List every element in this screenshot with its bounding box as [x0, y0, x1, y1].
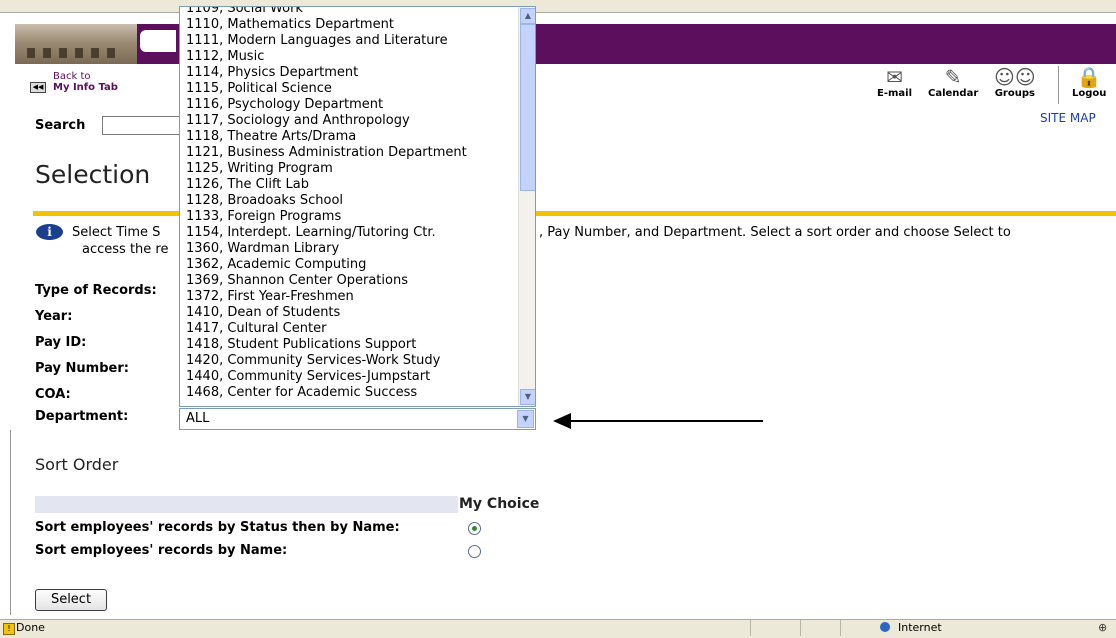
- department-option[interactable]: 1109, Social Work: [180, 7, 535, 17]
- department-option[interactable]: 1126, The Clift Lab: [180, 177, 535, 193]
- dropdown-scrollbar[interactable]: ▲ ▼: [518, 7, 535, 406]
- department-option[interactable]: 1118, Theatre Arts/Drama: [180, 129, 535, 145]
- left-frame-line: [10, 430, 11, 615]
- department-option[interactable]: 1125, Writing Program: [180, 161, 535, 177]
- lock-icon: 🔒: [1076, 65, 1102, 89]
- year-label: Year:: [35, 309, 73, 324]
- logout-button[interactable]: 🔒 Logou: [1072, 66, 1106, 99]
- logout-label: Logou: [1072, 88, 1107, 99]
- campus-building-image: [15, 24, 137, 64]
- department-option[interactable]: 1128, Broadoaks School: [180, 193, 535, 209]
- status-bar: [0, 619, 1116, 638]
- sort-option-name-radio[interactable]: [468, 545, 481, 558]
- sort-header-bar: [35, 496, 458, 513]
- department-option[interactable]: 1112, Music: [180, 49, 535, 65]
- department-option[interactable]: 1468, Center for Academic Success: [180, 385, 535, 401]
- page-title: Selection: [35, 160, 151, 189]
- annotation-arrow-head: [553, 413, 571, 429]
- envelope-icon: ✉: [886, 65, 903, 89]
- department-option[interactable]: 1117, Sociology and Anthropology: [180, 113, 535, 129]
- zoom-icon[interactable]: ⊕: [1098, 621, 1107, 634]
- calendar-icon: ✎: [944, 65, 962, 89]
- department-option[interactable]: 1114, Physics Department: [180, 65, 535, 81]
- sort-option-name-label: Sort employees' records by Name:: [35, 543, 288, 558]
- department-label: Department:: [35, 409, 129, 424]
- sort-order-title: Sort Order: [35, 455, 119, 474]
- department-option[interactable]: 1110, Mathematics Department: [180, 17, 535, 33]
- warning-icon[interactable]: !: [3, 623, 15, 635]
- info-text-right: , Pay Number, and Department. Select a s…: [539, 225, 1011, 240]
- department-option[interactable]: 1115, Political Science: [180, 81, 535, 97]
- info-icon: i: [36, 224, 63, 240]
- department-option[interactable]: 1116, Psychology Department: [180, 97, 535, 113]
- department-option[interactable]: 1133, Foreign Programs: [180, 209, 535, 225]
- back-link-line1: Back to: [53, 71, 91, 82]
- toolbar-divider: [1058, 66, 1059, 104]
- my-choice-header: My Choice: [459, 496, 540, 512]
- department-option[interactable]: 1121, Business Administration Department: [180, 145, 535, 161]
- department-option[interactable]: 1360, Wardman Library: [180, 241, 535, 257]
- banner-tab[interactable]: [140, 30, 176, 52]
- search-input[interactable]: [102, 116, 184, 135]
- department-option[interactable]: 1111, Modern Languages and Literature: [180, 33, 535, 49]
- coa-label: COA:: [35, 387, 71, 402]
- scroll-down-icon[interactable]: ▼: [520, 389, 535, 405]
- globe-icon: [880, 622, 890, 632]
- department-option[interactable]: 1410, Dean of Students: [180, 305, 535, 321]
- groups-icon: ☺☺: [994, 65, 1036, 89]
- department-option[interactable]: 1362, Academic Computing: [180, 257, 535, 273]
- site-map-link[interactable]: SITE MAP: [1040, 111, 1096, 125]
- email-button[interactable]: ✉ E-mail: [877, 66, 912, 99]
- email-label: E-mail: [877, 88, 913, 99]
- department-option[interactable]: 1440, Community Services-Jumpstart: [180, 369, 535, 385]
- department-selected-value: ALL: [186, 411, 210, 426]
- scroll-thumb[interactable]: [520, 24, 535, 191]
- calendar-label: Calendar: [928, 88, 979, 99]
- department-dropdown-list[interactable]: 1109, Social Work 1110, Mathematics Depar…: [179, 6, 536, 407]
- back-to-my-info-link[interactable]: Back to My Info Tab: [53, 71, 118, 93]
- status-text: Done: [16, 621, 45, 634]
- status-divider: [800, 620, 801, 636]
- calendar-button[interactable]: ✎ Calendar: [928, 66, 978, 99]
- annotation-arrow-line: [570, 420, 763, 422]
- type-of-records-label: Type of Records:: [35, 283, 157, 298]
- groups-button[interactable]: ☺☺ Groups: [994, 66, 1036, 99]
- select-button[interactable]: Select: [35, 589, 107, 611]
- department-option[interactable]: 1369, Shannon Center Operations: [180, 273, 535, 289]
- back-link-line2: My Info Tab: [53, 82, 118, 93]
- department-option[interactable]: 1154, Interdept. Learning/Tutoring Ctr.: [180, 225, 535, 241]
- department-option[interactable]: 1417, Cultural Center: [180, 321, 535, 337]
- security-zone-text: Internet: [898, 621, 942, 634]
- sort-option-status-name-label: Sort employees' records by Status then b…: [35, 520, 400, 535]
- department-option[interactable]: 1418, Student Publications Support: [180, 337, 535, 353]
- scroll-up-icon[interactable]: ▲: [520, 8, 535, 24]
- department-select[interactable]: ALL ▼: [179, 408, 536, 430]
- chevron-down-icon[interactable]: ▼: [517, 410, 534, 428]
- status-divider: [840, 620, 841, 636]
- pay-number-label: Pay Number:: [35, 361, 129, 376]
- back-arrow-icon[interactable]: ◀◀: [30, 82, 46, 93]
- search-label: Search: [35, 118, 86, 133]
- browser-top-strip: [0, 0, 1116, 13]
- sort-option-status-name-radio[interactable]: [468, 522, 481, 535]
- status-divider: [750, 620, 751, 636]
- department-option[interactable]: 1420, Community Services-Work Study: [180, 353, 535, 369]
- groups-label: Groups: [994, 88, 1035, 99]
- pay-id-label: Pay ID:: [35, 335, 87, 350]
- department-option[interactable]: 1372, First Year-Freshmen: [180, 289, 535, 305]
